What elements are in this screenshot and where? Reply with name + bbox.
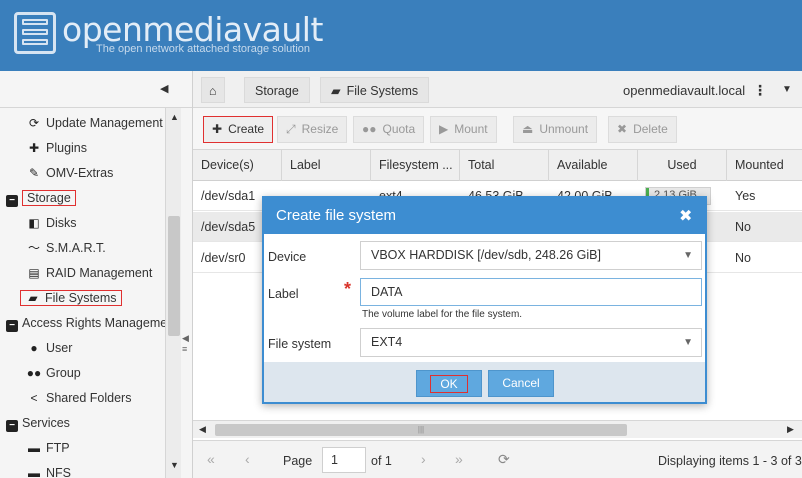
- filesystem-value: EXT4: [371, 335, 403, 349]
- dialog-header: Create file system ✖: [264, 198, 705, 234]
- dialog-footer: OK Cancel: [264, 362, 705, 402]
- cancel-button[interactable]: Cancel: [488, 370, 554, 397]
- label-hint: The volume label for the file system.: [362, 309, 523, 320]
- ok-button[interactable]: OK: [416, 370, 482, 397]
- chevron-down-icon[interactable]: ▼: [683, 242, 693, 269]
- filesystem-label: File system: [268, 337, 332, 351]
- create-file-system-dialog: Create file system ✖ Device VBOX HARDDIS…: [262, 196, 707, 404]
- dialog-title: Create file system: [276, 207, 397, 224]
- ok-label: OK: [430, 375, 468, 393]
- chevron-down-icon[interactable]: ▼: [683, 329, 693, 356]
- label-label: Label: [268, 287, 299, 301]
- dialog-body: Device VBOX HARDDISK [/dev/sdb, 248.26 G…: [264, 234, 705, 362]
- device-select[interactable]: VBOX HARDDISK [/dev/sdb, 248.26 GiB] ▼: [360, 241, 702, 270]
- required-icon: *: [344, 279, 352, 299]
- device-label: Device: [268, 250, 307, 264]
- label-input[interactable]: [360, 278, 702, 306]
- close-icon[interactable]: ✖: [679, 206, 692, 226]
- device-value: VBOX HARDDISK [/dev/sdb, 248.26 GiB]: [371, 248, 601, 262]
- filesystem-select[interactable]: EXT4 ▼: [360, 328, 702, 357]
